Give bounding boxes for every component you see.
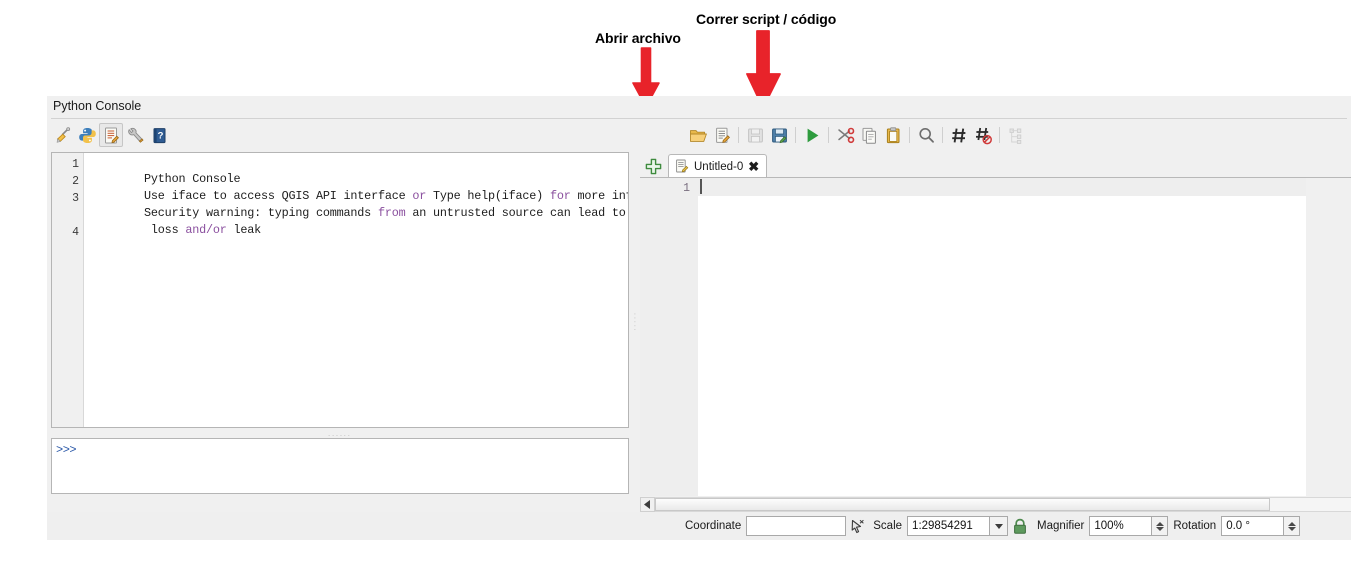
magnifier-input[interactable]: 100% <box>1089 516 1153 536</box>
scale-value: 1:29854291 <box>912 520 973 532</box>
console-gutter: 1 2 3 4 <box>52 153 84 427</box>
titlebar-divider <box>51 118 1347 119</box>
editor-text-area[interactable]: 1 <box>640 177 1351 496</box>
triangle-left-icon <box>644 499 650 509</box>
coordinate-label: Coordinate <box>685 520 742 532</box>
show-editor-button[interactable] <box>99 123 123 147</box>
rotation-value: 0.0 ° <box>1226 520 1250 532</box>
editor-tab-close-icon[interactable]: ✖ <box>748 160 759 173</box>
console-prompt: >>> <box>56 443 77 457</box>
magnifier-value: 100% <box>1094 520 1124 532</box>
broom-icon <box>56 126 70 143</box>
scrollbar-track[interactable] <box>655 496 1351 512</box>
editor-line-number: 1 <box>683 182 690 195</box>
green-padlock-icon <box>1014 518 1026 534</box>
console-line-number: 3 <box>72 192 79 205</box>
spinner-up-icon[interactable] <box>1155 521 1164 526</box>
plus-icon <box>645 158 661 174</box>
rotation-label: Rotation <box>1173 520 1217 532</box>
python-console-dock-titlebar: Python Console <box>47 96 1351 117</box>
scale-lock-button[interactable] <box>1008 518 1032 535</box>
wrench-icon <box>127 127 144 143</box>
run-command-button[interactable] <box>75 123 99 147</box>
options-button[interactable] <box>123 123 147 147</box>
editor-tab-strip: Untitled-0 ✖ <box>640 152 1351 178</box>
editor-gutter: 1 <box>640 178 698 496</box>
mouse-position-icon <box>851 519 864 533</box>
editor-right-padding <box>1306 178 1351 496</box>
scale-label: Scale <box>873 520 903 532</box>
rotation-spinner[interactable] <box>1284 516 1301 536</box>
annotation-label-run-script: Correr script / código <box>696 11 837 27</box>
spinner-up-icon[interactable] <box>1287 521 1296 526</box>
svg-text:?: ? <box>157 130 163 141</box>
console-line-number: 4 <box>72 226 79 239</box>
console-text: loss <box>144 223 186 237</box>
new-tab-button[interactable] <box>640 154 666 178</box>
clear-console-button[interactable] <box>51 123 75 147</box>
console-keyword: from <box>377 206 406 220</box>
console-keyword: and/or <box>185 223 227 237</box>
console-line-number: 2 <box>72 175 79 188</box>
editor-tab-label: Untitled-0 <box>694 160 744 173</box>
coordinate-input[interactable] <box>746 516 847 536</box>
chevron-down-icon <box>994 523 1003 529</box>
scale-input[interactable]: 1:29854291 <box>907 516 991 536</box>
editor-horizontal-scrollbar[interactable] <box>640 496 1351 512</box>
console-text: leak <box>226 223 262 237</box>
editor-caret <box>700 179 702 194</box>
spinner-down-icon[interactable] <box>1287 526 1296 531</box>
qgis-main-window: Python Console ? 1 2 3 4 Python Console … <box>47 96 1351 540</box>
qgis-python-console-screenshot: Abrir archivo Correr script / código Pyt… <box>0 0 1351 588</box>
magnifier-spinner[interactable] <box>1152 516 1169 536</box>
scroll-left-button[interactable] <box>640 496 655 512</box>
console-text: an untrusted source can lead to data <box>412 206 626 220</box>
console-output-line-wrapped: loss and/or leak <box>89 209 261 251</box>
splitter-dots: ...... <box>328 430 352 438</box>
editor-current-line-highlight <box>698 178 1306 196</box>
help-book-icon: ? <box>153 127 165 143</box>
splitter-dots: ..... <box>632 313 640 333</box>
console-input-area[interactable]: >>> <box>51 438 629 494</box>
console-splitter-handle[interactable]: ...... <box>51 430 629 438</box>
toggle-extents-button[interactable] <box>846 518 868 535</box>
magnifier-label: Magnifier <box>1037 520 1085 532</box>
python-icon <box>78 127 96 143</box>
scale-dropdown-button[interactable] <box>990 516 1009 536</box>
console-output-area[interactable]: 1 2 3 4 Python Console Use iface to acce… <box>51 152 629 428</box>
editor-icon <box>104 127 119 143</box>
annotation-label-open-file: Abrir archivo <box>595 30 681 46</box>
console-toolbar: ? <box>51 122 171 148</box>
script-file-icon <box>676 159 689 173</box>
editor-tab-untitled-0[interactable]: Untitled-0 ✖ <box>668 154 768 178</box>
script-editor-pane: Untitled-0 ✖ 1 <box>640 122 1351 512</box>
status-bar: Coordinate Scale 1:29854291 Magnifier 10… <box>47 512 1351 540</box>
scrollbar-thumb[interactable] <box>655 497 1270 511</box>
spinner-down-icon[interactable] <box>1155 526 1164 531</box>
python-console-title: Python Console <box>53 99 142 113</box>
console-line-number: 1 <box>72 158 79 171</box>
rotation-input[interactable]: 0.0 ° <box>1221 516 1285 536</box>
help-button[interactable]: ? <box>147 123 171 147</box>
console-editor-splitter[interactable]: ..... <box>632 152 640 494</box>
